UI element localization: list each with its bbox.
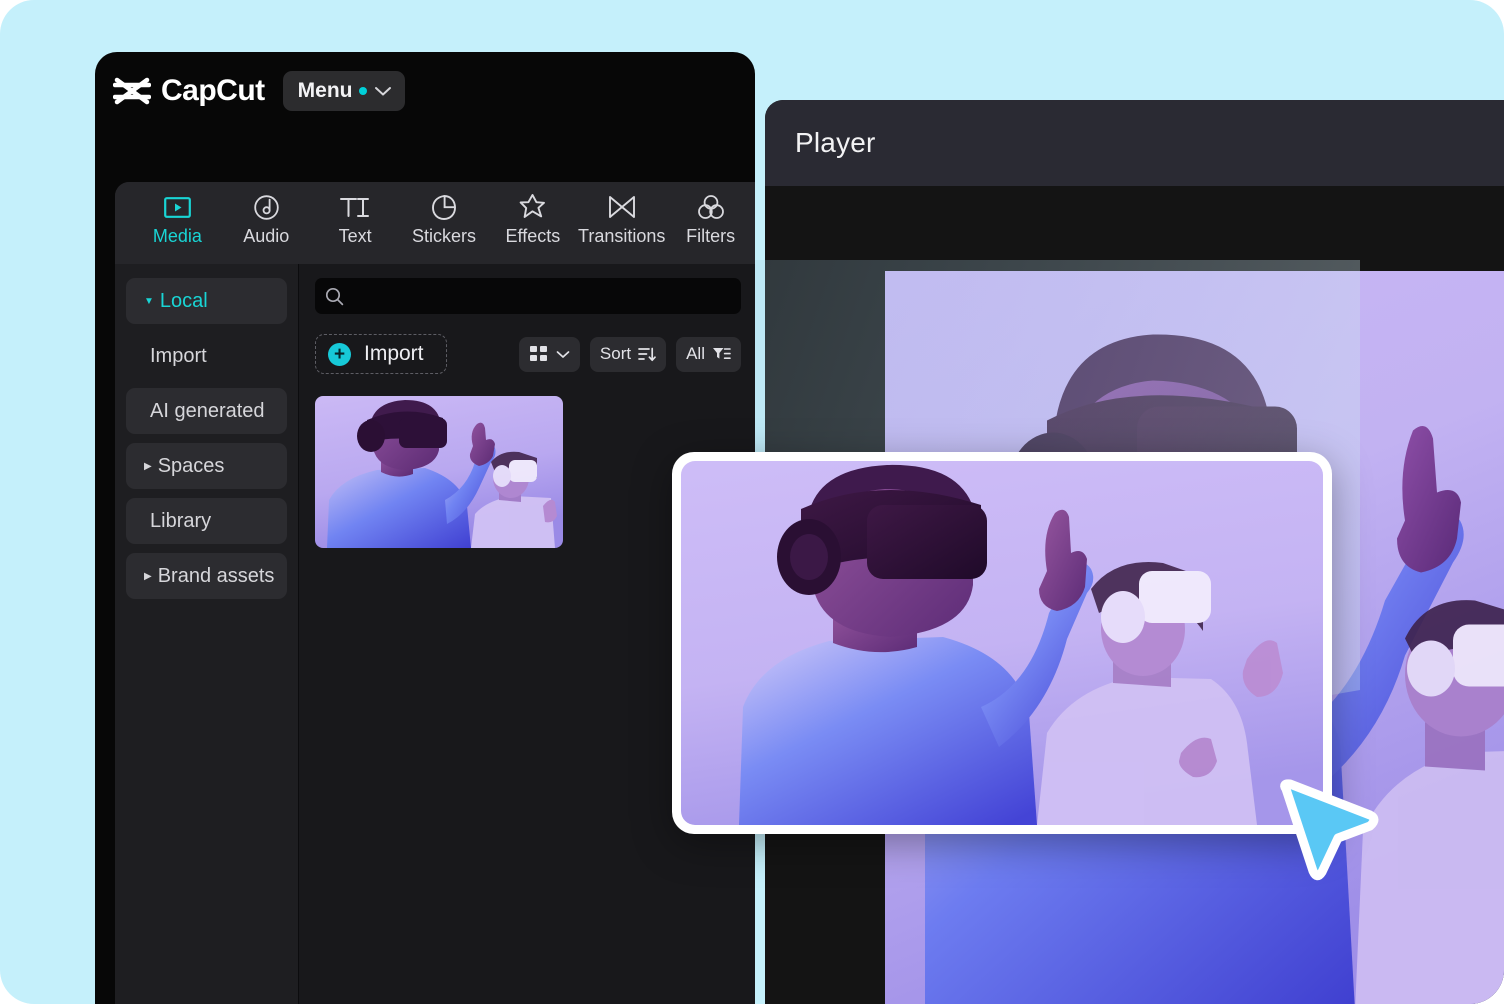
caret-right-icon: ▶ [144,572,152,582]
tab-media[interactable]: Media [133,186,222,247]
brand-name: CapCut [161,74,265,108]
tabbar: Media Audio [115,182,755,264]
tab-effects-label: Effects [506,226,561,247]
capcut-logo-icon [113,76,151,106]
tab-filters[interactable]: Filters [666,186,755,247]
media-play-frame-icon [164,192,191,222]
sidebar-item-import-label: Import [150,345,207,368]
sidebar-item-library[interactable]: Library [126,498,287,544]
menu-status-dot [359,87,367,95]
sidebar-item-import[interactable]: Import [126,333,287,379]
text-ti-icon [339,192,371,222]
sidebar-item-ai-generated[interactable]: AI generated [126,388,287,434]
tab-text-label: Text [339,226,372,247]
caret-down-icon: ▼ [144,297,154,307]
tab-transitions[interactable]: Transitions [577,186,666,247]
sticker-droplet-icon [431,192,457,222]
tab-stickers-label: Stickers [412,226,476,247]
tab-media-label: Media [153,226,202,247]
sort-descending-icon [638,346,656,363]
vr-artwork-zoom [681,461,1323,825]
vr-artwork-thumb [315,396,563,548]
search-input[interactable] [352,287,731,305]
chevron-down-icon [556,350,570,359]
sidebar-item-brand-assets[interactable]: ▶ Brand assets [126,553,287,599]
tab-text[interactable]: Text [311,186,400,247]
sort-button[interactable]: Sort [590,337,666,372]
sidebar-item-local-label: Local [160,290,208,313]
panels: ▼ Local Import AI generated ▶ Spaces [115,264,755,1004]
zoomed-preview-image [681,461,1323,825]
brand: CapCut [113,74,265,108]
page-canvas: Player [0,0,1504,1004]
filter-button-label: All [686,344,705,364]
effects-star-icon [519,192,546,222]
filters-circles-icon [697,192,725,222]
zoomed-preview-card[interactable] [672,452,1332,834]
view-toggle-button[interactable] [519,337,580,372]
browser-toolbar: + Import [315,334,741,374]
audio-note-icon [253,192,280,222]
grid-view-icon [529,345,549,363]
tab-transitions-label: Transitions [578,226,665,247]
tab-stickers[interactable]: Stickers [400,186,489,247]
sidebar-item-local[interactable]: ▼ Local [126,278,287,324]
filter-button[interactable]: All [676,337,741,372]
menu-button[interactable]: Menu [283,71,406,111]
sidebar-item-ai-generated-label: AI generated [150,400,265,423]
tab-audio-label: Audio [243,226,289,247]
import-button-label: Import [364,342,424,366]
transitions-bowtie-icon [607,192,637,222]
caret-right-icon: ▶ [144,462,152,472]
player-title: Player [795,127,876,159]
app-titlebar: CapCut Menu [95,52,755,130]
capcut-app-window: CapCut Menu [95,52,755,1004]
plus-circle-icon: + [328,343,351,366]
media-card[interactable] [315,396,563,548]
sidebar: ▼ Local Import AI generated ▶ Spaces [115,264,298,1004]
sidebar-item-brand-assets-label: Brand assets [158,565,275,588]
menu-label: Menu [298,79,353,103]
sort-button-label: Sort [600,344,631,364]
tab-audio[interactable]: Audio [222,186,311,247]
app-body: Media Audio [115,182,755,1004]
search-icon [325,287,344,306]
filter-funnel-icon [712,346,731,362]
player-titlebar: Player [765,100,1504,186]
search-bar[interactable] [315,278,741,314]
import-button[interactable]: + Import [315,334,447,374]
sidebar-item-library-label: Library [150,510,211,533]
chevron-down-icon [374,85,392,97]
tab-effects[interactable]: Effects [488,186,577,247]
sidebar-item-spaces[interactable]: ▶ Spaces [126,443,287,489]
sidebar-item-spaces-label: Spaces [158,455,225,478]
tab-filters-label: Filters [686,226,735,247]
